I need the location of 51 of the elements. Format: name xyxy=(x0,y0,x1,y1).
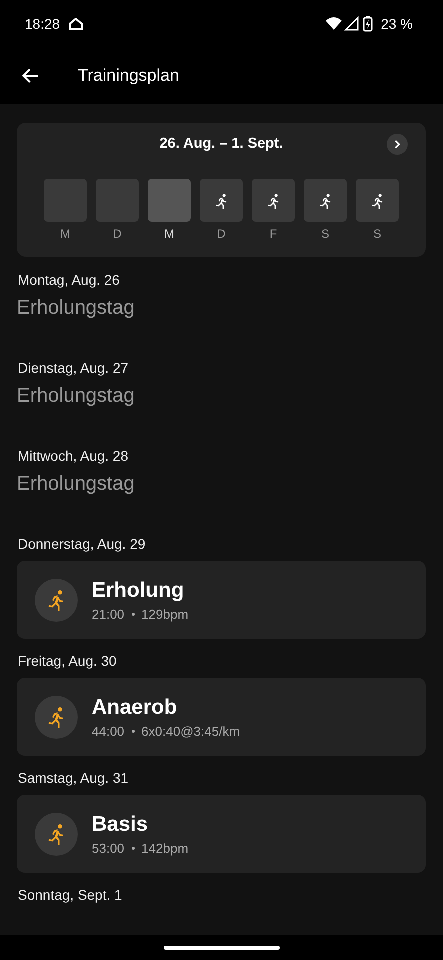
home-icon xyxy=(69,18,84,30)
next-week-button[interactable] xyxy=(387,134,408,155)
runner-icon xyxy=(266,192,282,208)
workout-title: Anaerob xyxy=(92,696,178,720)
runner-icon xyxy=(214,192,230,208)
workout-duration: 44:00 xyxy=(92,724,125,738)
day-tile[interactable] xyxy=(252,179,295,222)
weekday-label: S xyxy=(373,227,382,241)
workout-duration: 21:00 xyxy=(92,606,125,622)
day-tile[interactable] xyxy=(148,179,191,222)
screen-title: Trainingsplan xyxy=(78,66,180,86)
workout-card[interactable]: Basis 53:00 142bpm xyxy=(17,795,426,873)
day-heading: Mittwoch, Aug. 28 xyxy=(18,448,130,464)
day-heading: Donnerstag, Aug. 29 xyxy=(18,536,147,552)
rest-day-label: Erholungstag xyxy=(17,297,136,320)
home-indicator[interactable] xyxy=(164,946,280,950)
day-tile[interactable] xyxy=(304,179,347,222)
weekday-label: M xyxy=(60,227,70,241)
runner-icon xyxy=(370,192,386,208)
day-tile[interactable] xyxy=(200,179,243,222)
day-heading: Montag, Aug. 26 xyxy=(18,272,121,288)
day-heading: Freitag, Aug. 30 xyxy=(18,653,118,669)
workout-title: Basis xyxy=(92,812,150,836)
workout-target: 6x0:40@3:45/km xyxy=(142,724,240,738)
chevron-icon xyxy=(393,140,402,149)
weekday-label: S xyxy=(321,227,330,241)
day-heading: Dienstag, Aug. 27 xyxy=(18,360,130,376)
day-heading: Samstag, Aug. 31 xyxy=(18,770,130,786)
workout-card[interactable]: Anaerob 44:00 6x0:40@3:45/km xyxy=(17,678,426,756)
separator-dot xyxy=(132,612,135,616)
workout-target: 142bpm xyxy=(142,840,189,856)
separator-dot xyxy=(132,730,135,732)
day-heading: Sonntag, Sept. 1 xyxy=(18,887,124,903)
rest-day-label: Erholungstag xyxy=(17,473,136,496)
day-tile[interactable] xyxy=(356,179,399,222)
workout-card[interactable]: Erholung 21:00 129bpm xyxy=(17,561,426,639)
clock: 18:28 xyxy=(25,16,60,32)
rest-day-label: Erholungstag xyxy=(17,385,136,408)
weekday-label: F xyxy=(270,227,278,241)
battery-level: 23 % xyxy=(381,16,413,32)
separator-dot xyxy=(132,846,135,850)
weekday-label: M xyxy=(164,227,174,241)
workout-target: 129bpm xyxy=(142,606,189,622)
day-tile[interactable] xyxy=(44,179,87,222)
workout-duration: 53:00 xyxy=(92,840,125,856)
runner-icon xyxy=(318,192,334,208)
workout-title: Erholung xyxy=(92,578,186,602)
day-tile[interactable] xyxy=(96,179,139,222)
week-range: 26. Aug. – 1. Sept. xyxy=(160,136,284,152)
weekday-label: D xyxy=(217,227,226,241)
weekday-label: D xyxy=(113,227,122,241)
